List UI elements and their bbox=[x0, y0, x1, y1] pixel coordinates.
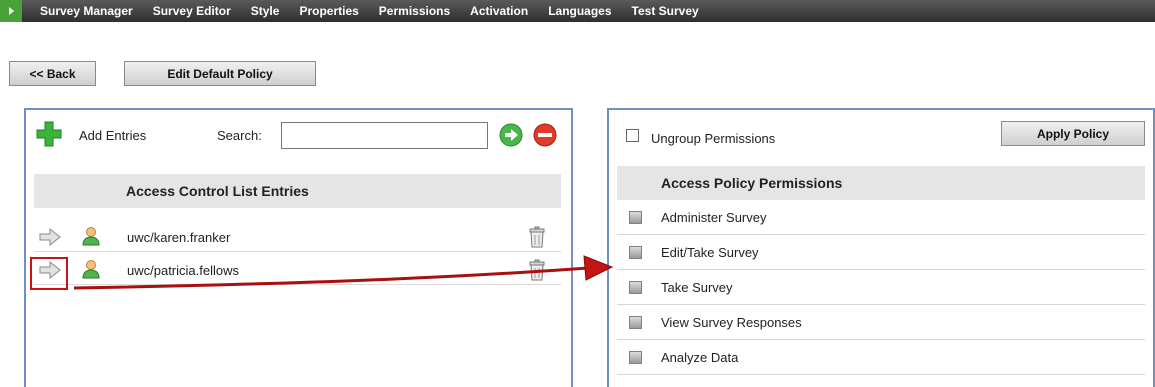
acl-entry-row: uwc/patricia.fellows bbox=[34, 255, 561, 285]
nav-properties[interactable]: Properties bbox=[299, 4, 358, 18]
acl-entry-name: uwc/patricia.fellows bbox=[127, 263, 239, 278]
nav-survey-manager[interactable]: Survey Manager bbox=[40, 4, 133, 18]
permission-row: Analyze Data bbox=[617, 340, 1145, 375]
trash-icon[interactable] bbox=[528, 259, 546, 281]
permission-row: Edit/Take Survey bbox=[617, 235, 1145, 270]
user-icon bbox=[82, 260, 100, 279]
policy-panel: Ungroup Permissions Apply Policy Access … bbox=[607, 108, 1155, 387]
permissions-table-header: Access Policy Permissions bbox=[617, 166, 1145, 200]
annotation-highlight-box bbox=[30, 257, 68, 290]
nav-permissions[interactable]: Permissions bbox=[379, 4, 450, 18]
plus-icon[interactable] bbox=[36, 121, 62, 147]
permission-row: Take Survey bbox=[617, 270, 1145, 305]
add-entries-label[interactable]: Add Entries bbox=[79, 128, 146, 143]
permission-label: Administer Survey bbox=[661, 210, 767, 225]
permission-label: Take Survey bbox=[661, 280, 733, 295]
permission-checkbox[interactable] bbox=[629, 246, 642, 259]
minus-icon[interactable] bbox=[533, 123, 557, 147]
permission-checkbox[interactable] bbox=[629, 351, 642, 364]
edit-default-policy-button[interactable]: Edit Default Policy bbox=[124, 61, 316, 86]
apply-policy-button[interactable]: Apply Policy bbox=[1001, 121, 1145, 146]
nav-style[interactable]: Style bbox=[251, 4, 280, 18]
permission-row: Administer Survey bbox=[617, 200, 1145, 235]
acl-panel: Add Entries Search: Access Control List … bbox=[24, 108, 573, 387]
permission-label: Edit/Take Survey bbox=[661, 245, 759, 260]
back-button[interactable]: << Back bbox=[9, 61, 96, 86]
user-icon bbox=[82, 227, 100, 246]
nav-expand-arrow-icon[interactable] bbox=[0, 0, 22, 22]
permission-label: View Survey Responses bbox=[661, 315, 802, 330]
right-arrow-icon[interactable] bbox=[39, 228, 61, 246]
go-arrow-icon[interactable] bbox=[499, 123, 523, 147]
search-label: Search: bbox=[217, 128, 262, 143]
nav-survey-editor[interactable]: Survey Editor bbox=[153, 4, 231, 18]
permission-checkbox[interactable] bbox=[629, 281, 642, 294]
trash-icon[interactable] bbox=[528, 226, 546, 248]
nav-activation[interactable]: Activation bbox=[470, 4, 528, 18]
ungroup-permissions-checkbox[interactable] bbox=[626, 129, 639, 142]
acl-table-header: Access Control List Entries bbox=[34, 174, 561, 208]
search-input[interactable] bbox=[281, 122, 488, 149]
nav-test-survey[interactable]: Test Survey bbox=[632, 4, 699, 18]
permission-checkbox[interactable] bbox=[629, 316, 642, 329]
nav-languages[interactable]: Languages bbox=[548, 4, 611, 18]
acl-entry-name: uwc/karen.franker bbox=[127, 230, 231, 245]
ungroup-permissions-label: Ungroup Permissions bbox=[651, 131, 776, 146]
permission-row: View Survey Responses bbox=[617, 305, 1145, 340]
permission-label: Analyze Data bbox=[661, 350, 739, 365]
permission-checkbox[interactable] bbox=[629, 211, 642, 224]
top-navigation-bar: Survey Manager Survey Editor Style Prope… bbox=[0, 0, 1155, 22]
acl-entry-row: uwc/karen.franker bbox=[34, 222, 561, 252]
